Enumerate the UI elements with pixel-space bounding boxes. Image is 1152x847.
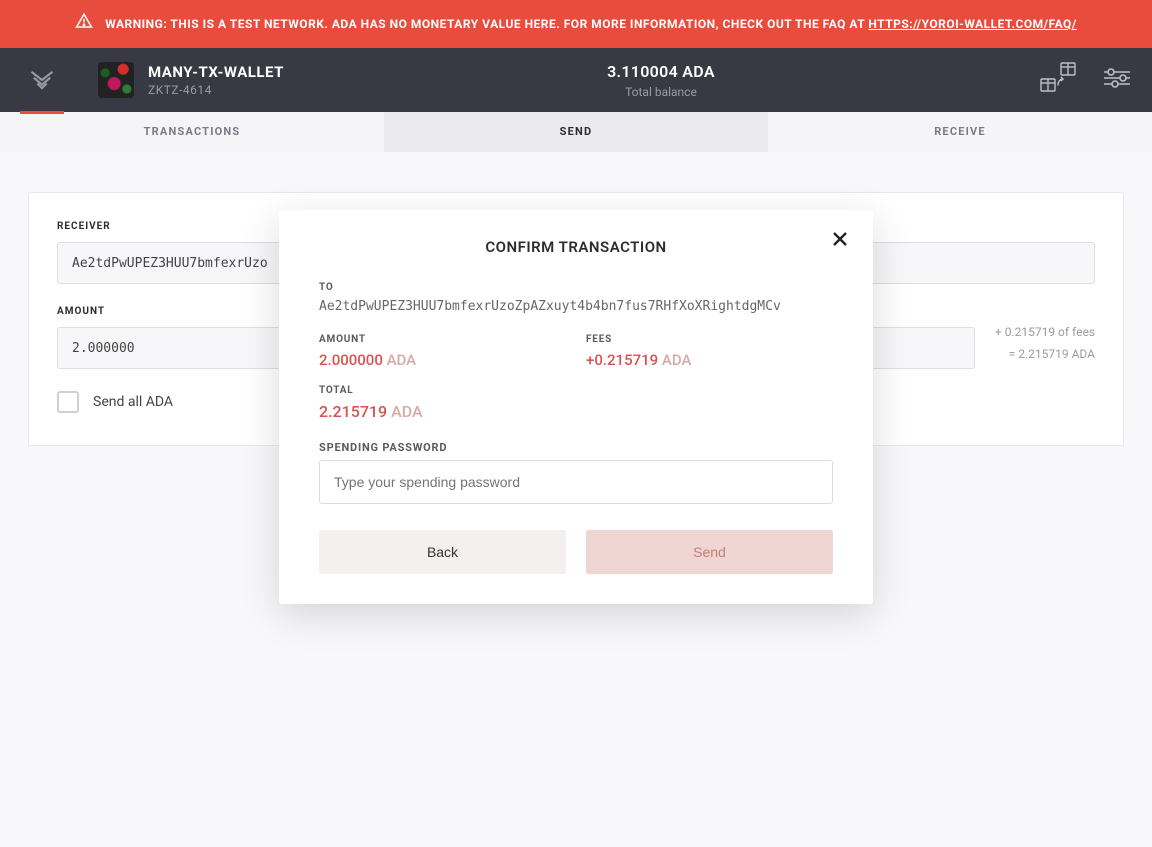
to-address: Ae2tdPwUPEZ3HUU7bmfexrUzoZpAZxuyt4b4bn7f… [319, 299, 833, 314]
modal-fees-label: FEES [586, 334, 833, 345]
modal-amount-label: AMOUNT [319, 334, 566, 345]
modal-fees-value: +0.215719 [586, 351, 658, 369]
modal-amount-value: 2.000000 [319, 351, 383, 369]
modal-total-label: TOTAL [319, 385, 833, 396]
modal-backdrop: CONFIRM TRANSACTION TO Ae2tdPwUPEZ3HUU7b… [0, 0, 1152, 847]
to-label: TO [319, 282, 833, 293]
modal-amount-currency: ADA [387, 351, 417, 369]
back-button[interactable]: Back [319, 530, 566, 574]
confirm-transaction-modal: CONFIRM TRANSACTION TO Ae2tdPwUPEZ3HUU7b… [279, 210, 873, 604]
send-button[interactable]: Send [586, 530, 833, 574]
modal-title: CONFIRM TRANSACTION [309, 238, 843, 256]
spending-password-label: SPENDING PASSWORD [319, 441, 833, 454]
spending-password-input[interactable] [319, 460, 833, 504]
modal-total-currency: ADA [391, 402, 423, 421]
modal-total-value: 2.215719 [319, 402, 387, 421]
close-icon[interactable] [831, 230, 849, 252]
modal-fees-currency: ADA [662, 351, 692, 369]
